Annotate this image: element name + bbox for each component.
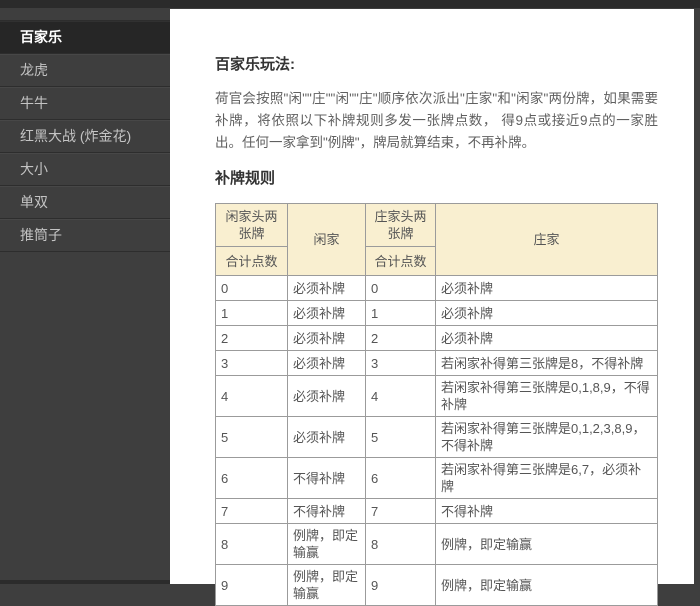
- player-points-cell: 8: [216, 524, 288, 565]
- banker-points-cell: 7: [366, 499, 436, 524]
- sidebar-item-odd-even[interactable]: 单双: [0, 186, 170, 219]
- header-banker: 庄家: [436, 204, 658, 276]
- banker-rule-cell: 不得补牌: [436, 499, 658, 524]
- top-bar: [0, 0, 700, 8]
- banker-points-cell: 1: [366, 301, 436, 326]
- table-row: 6不得补牌6若闲家补得第三张牌是6,7，必须补牌: [216, 458, 658, 499]
- sidebar: 百家乐龙虎牛牛红黑大战 (炸金花)大小单双推筒子: [0, 20, 170, 252]
- banker-rule-cell: 必须补牌: [436, 326, 658, 351]
- player-points-cell: 2: [216, 326, 288, 351]
- banker-points-cell: 2: [366, 326, 436, 351]
- header-player-first-two-cards: 闲家头两张牌: [216, 204, 288, 247]
- header-banker-total-points: 合计点数: [366, 247, 436, 276]
- banker-rule-cell: 若闲家补得第三张牌是0,1,2,3,8,9，不得补牌: [436, 417, 658, 458]
- table-header: 闲家头两张牌 闲家 庄家头两张牌 庄家 合计点数 合计点数: [216, 204, 658, 276]
- table-row: 1必须补牌1必须补牌: [216, 301, 658, 326]
- banker-points-cell: 4: [366, 376, 436, 417]
- draw-rules-table: 闲家头两张牌 闲家 庄家头两张牌 庄家 合计点数 合计点数 0必须补牌0必须补牌…: [215, 203, 658, 606]
- player-points-cell: 9: [216, 565, 288, 606]
- player-rule-cell: 必须补牌: [288, 417, 366, 458]
- table-row: 5必须补牌5若闲家补得第三张牌是0,1,2,3,8,9，不得补牌: [216, 417, 658, 458]
- sidebar-item-dragon-tiger[interactable]: 龙虎: [0, 54, 170, 87]
- player-rule-cell: 必须补牌: [288, 301, 366, 326]
- sidebar-item-baccarat[interactable]: 百家乐: [0, 21, 170, 54]
- player-points-cell: 0: [216, 276, 288, 301]
- banker-points-cell: 9: [366, 565, 436, 606]
- banker-rule-cell: 若闲家补得第三张牌是0,1,8,9，不得补牌: [436, 376, 658, 417]
- table-row: 7不得补牌7不得补牌: [216, 499, 658, 524]
- content-panel: 百家乐玩法: 荷官会按照"闲""庄""闲""庄"顺序依次派出"庄家"和"闲家"两…: [170, 9, 694, 584]
- banker-rule-cell: 例牌，即定输赢: [436, 524, 658, 565]
- table-row: 9例牌，即定输赢9例牌，即定输赢: [216, 565, 658, 606]
- player-rule-cell: 不得补牌: [288, 458, 366, 499]
- player-points-cell: 1: [216, 301, 288, 326]
- banker-rule-cell: 例牌，即定输赢: [436, 565, 658, 606]
- player-rule-cell: 必须补牌: [288, 351, 366, 376]
- banker-points-cell: 3: [366, 351, 436, 376]
- rules-heading: 补牌规则: [215, 167, 658, 188]
- header-banker-first-two-cards: 庄家头两张牌: [366, 204, 436, 247]
- banker-points-cell: 8: [366, 524, 436, 565]
- banker-rule-cell: 必须补牌: [436, 301, 658, 326]
- player-points-cell: 6: [216, 458, 288, 499]
- sidebar-item-big-small[interactable]: 大小: [0, 153, 170, 186]
- player-points-cell: 4: [216, 376, 288, 417]
- player-rule-cell: 必须补牌: [288, 326, 366, 351]
- table-row: 0必须补牌0必须补牌: [216, 276, 658, 301]
- player-points-cell: 7: [216, 499, 288, 524]
- sidebar-item-red-black-war[interactable]: 红黑大战 (炸金花): [0, 120, 170, 153]
- banker-rule-cell: 若闲家补得第三张牌是8，不得补牌: [436, 351, 658, 376]
- player-points-cell: 5: [216, 417, 288, 458]
- banker-rule-cell: 必须补牌: [436, 276, 658, 301]
- banker-rule-cell: 若闲家补得第三张牌是6,7，必须补牌: [436, 458, 658, 499]
- player-rule-cell: 必须补牌: [288, 276, 366, 301]
- banker-points-cell: 0: [366, 276, 436, 301]
- header-player: 闲家: [288, 204, 366, 276]
- sidebar-menu: 百家乐龙虎牛牛红黑大战 (炸金花)大小单双推筒子: [0, 20, 170, 252]
- player-rule-cell: 例牌，即定输赢: [288, 565, 366, 606]
- player-rule-cell: 例牌，即定输赢: [288, 524, 366, 565]
- bottom-edge: [0, 580, 170, 584]
- table-row: 2必须补牌2必须补牌: [216, 326, 658, 351]
- sidebar-item-push-bamboo[interactable]: 推筒子: [0, 219, 170, 252]
- page-title: 百家乐玩法:: [215, 53, 658, 74]
- game-description: 荷官会按照"闲""庄""闲""庄"顺序依次派出"庄家"和"闲家"两份牌，如果需要…: [215, 88, 658, 154]
- table-row: 8例牌，即定输赢8例牌，即定输赢: [216, 524, 658, 565]
- banker-points-cell: 6: [366, 458, 436, 499]
- sidebar-item-bull-bull[interactable]: 牛牛: [0, 87, 170, 120]
- player-rule-cell: 不得补牌: [288, 499, 366, 524]
- table-row: 3必须补牌3若闲家补得第三张牌是8，不得补牌: [216, 351, 658, 376]
- table-body: 0必须补牌0必须补牌1必须补牌1必须补牌2必须补牌2必须补牌3必须补牌3若闲家补…: [216, 276, 658, 606]
- table-row: 4必须补牌4若闲家补得第三张牌是0,1,8,9，不得补牌: [216, 376, 658, 417]
- header-player-total-points: 合计点数: [216, 247, 288, 276]
- player-points-cell: 3: [216, 351, 288, 376]
- banker-points-cell: 5: [366, 417, 436, 458]
- player-rule-cell: 必须补牌: [288, 376, 366, 417]
